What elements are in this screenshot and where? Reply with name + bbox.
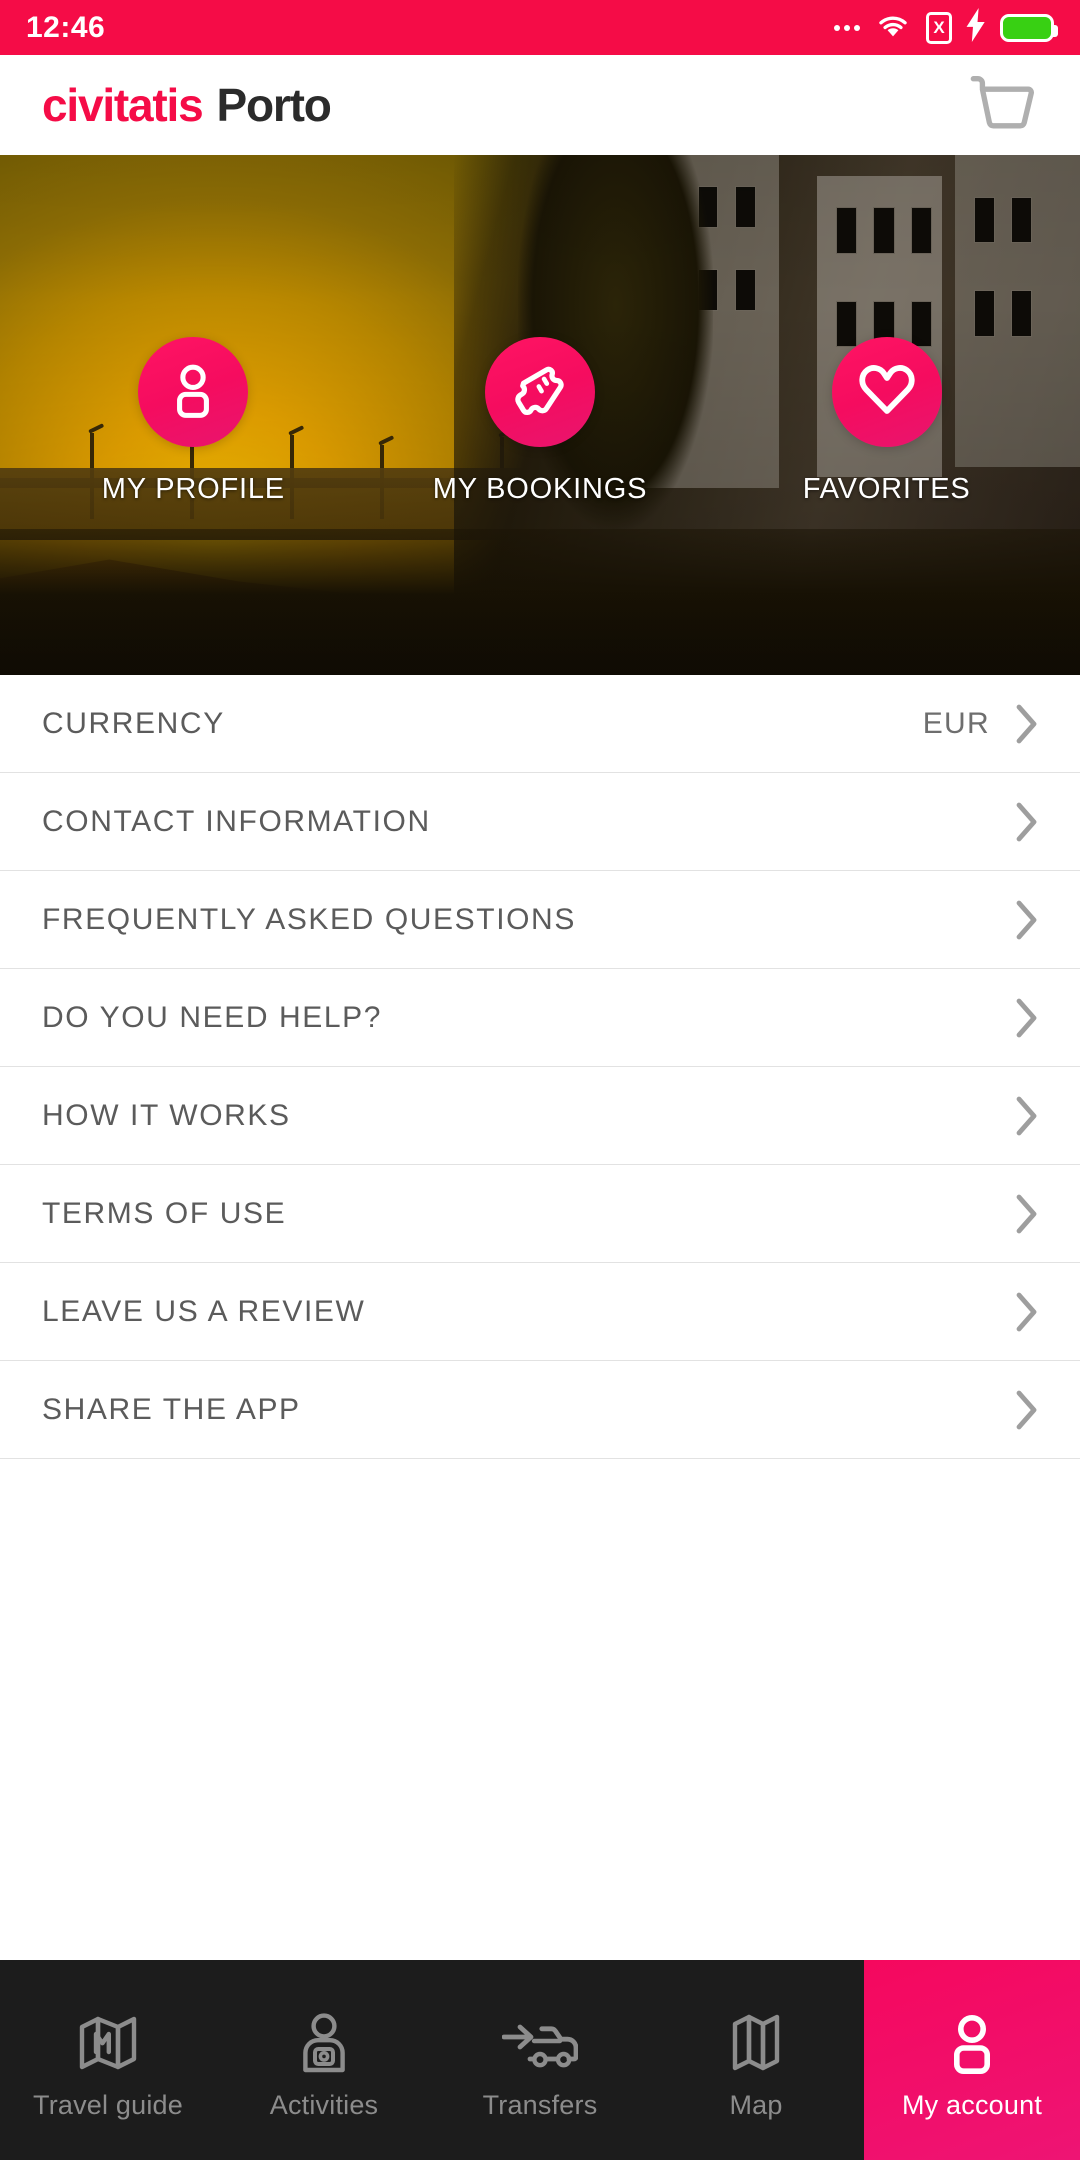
quick-action-favorites[interactable]: FAVORITES [713,337,1060,506]
my-bookings-button[interactable] [485,337,595,447]
quick-action-my-bookings[interactable]: MY BOOKINGS [367,337,714,506]
nav-item-label: Map [729,2089,783,2120]
cart-button[interactable] [968,70,1038,140]
map-icon [729,2000,783,2074]
quick-action-label: MY BOOKINGS [432,473,648,505]
menu-row-currency[interactable]: CURRENCY EUR [0,675,1080,773]
chevron-right-icon [1016,1096,1038,1136]
status-time: 12:46 [26,10,106,44]
nav-item-map[interactable]: Map [648,1960,864,2160]
chevron-right-icon [1016,1194,1038,1234]
app-header: civitatis Porto [0,55,1080,155]
nav-item-label: Travel guide [33,2089,183,2120]
chevron-right-icon [1016,704,1038,744]
charging-bolt-icon [966,8,986,47]
brand-logo[interactable]: civitatis Porto [42,79,332,131]
user-icon [166,361,220,424]
shopping-cart-icon [968,70,1038,141]
nav-item-activities[interactable]: Activities [216,1960,432,2160]
menu-row-frequently-asked-questions[interactable]: FREQUENTLY ASKED QUESTIONS [0,871,1080,969]
menu-row-contact-information[interactable]: CONTACT INFORMATION [0,773,1080,871]
sim-card-x-icon: X [926,11,952,44]
nav-item-travel-guide[interactable]: Travel guide [0,1960,216,2160]
nav-item-label: My account [901,2089,1043,2120]
menu-row-share-the-app[interactable]: SHARE THE APP [0,1361,1080,1459]
status-bar: 12:46 X [0,0,1080,55]
bottom-navigation: Travel guide Activities Transfers Map My… [0,1960,1080,2160]
quick-action-label: FAVORITES [802,473,971,505]
menu-row-label: HOW IT WORKS [42,1098,291,1132]
brand-city-porto: Porto [216,79,332,131]
folded-map-m-icon [78,2000,138,2074]
favorites-button[interactable] [831,337,942,447]
nav-item-label: Transfers [482,2089,598,2120]
battery-icon [1000,13,1058,42]
menu-row-how-it-works[interactable]: HOW IT WORKS [0,1067,1080,1165]
menu-row-leave-us-a-review[interactable]: LEAVE US A REVIEW [0,1263,1080,1361]
menu-row-terms-of-use[interactable]: TERMS OF USE [0,1165,1080,1263]
ticket-icon [509,362,571,423]
quick-action-label: MY PROFILE [101,473,285,505]
quick-actions: MY PROFILE MY BOOKINGS FAVORITES [0,337,1080,506]
more-dots-icon [834,24,860,31]
my-profile-button[interactable] [138,337,249,447]
brand-name-civitatis: civitatis [42,79,204,131]
hero-banner: MY PROFILE MY BOOKINGS FAVORITES [0,155,1080,675]
chevron-right-icon [1016,998,1038,1038]
nav-item-transfers[interactable]: Transfers [432,1960,648,2160]
chevron-right-icon [1016,1390,1038,1430]
menu-row-value: EUR [922,706,990,740]
menu-row-label: SHARE THE APP [42,1392,301,1426]
menu-row-label: CURRENCY [42,706,225,740]
chevron-right-icon [1016,1292,1038,1332]
menu-row-label: CONTACT INFORMATION [42,804,431,838]
menu-row-label: FREQUENTLY ASKED QUESTIONS [42,902,576,936]
nav-item-my-account[interactable]: My account [864,1960,1080,2160]
user-icon [946,2000,998,2074]
quick-action-my-profile[interactable]: MY PROFILE [20,337,367,506]
menu-row-do-you-need-help[interactable]: DO YOU NEED HELP? [0,969,1080,1067]
menu-row-label: LEAVE US A REVIEW [42,1294,366,1328]
tour-guide-person-icon [297,2000,351,2074]
nav-item-label: Activities [269,2089,379,2120]
status-icons: X [834,8,1058,47]
chevron-right-icon [1016,900,1038,940]
chevron-right-icon [1016,802,1038,842]
menu-row-label: DO YOU NEED HELP? [42,1000,383,1034]
account-menu-list: CURRENCY EUR CONTACT INFORMATION FREQUEN… [0,675,1080,1459]
heart-icon [857,362,917,423]
wifi-icon [874,9,912,46]
car-arrow-icon [502,2000,578,2074]
menu-row-label: TERMS OF USE [42,1196,287,1230]
